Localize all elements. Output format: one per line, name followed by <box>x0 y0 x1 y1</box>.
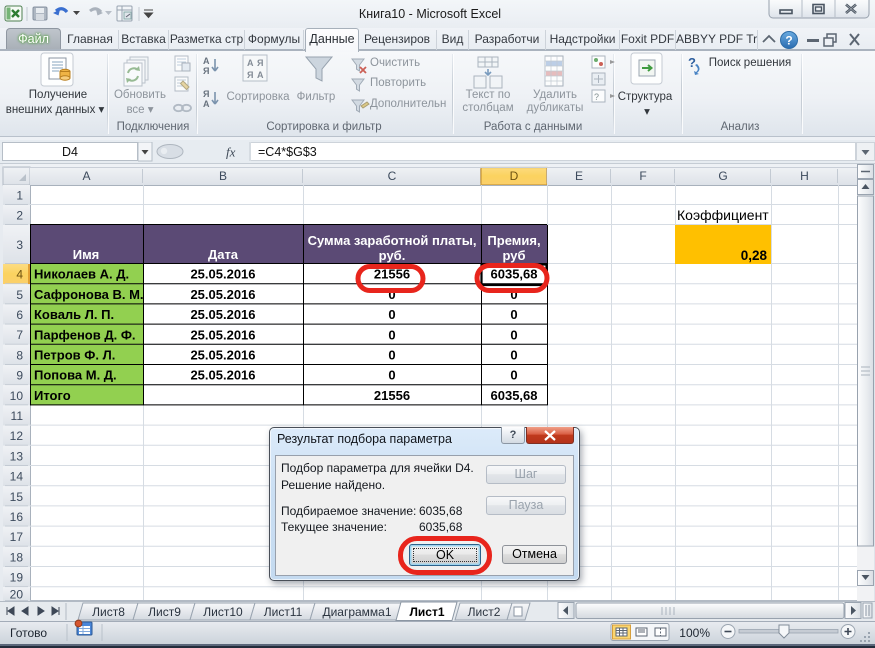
svg-text:Попова М. Д.: Попова М. Д. <box>34 368 117 383</box>
svg-text:Лист10: Лист10 <box>203 605 243 619</box>
svg-text:Николаев А. Д.: Николаев А. Д. <box>34 267 129 282</box>
svg-text:25.05.2016: 25.05.2016 <box>190 307 255 322</box>
svg-text:12: 12 <box>10 429 24 443</box>
svg-text:0,28: 0,28 <box>741 248 768 263</box>
svg-text:16: 16 <box>10 510 24 524</box>
svg-text:6035,68: 6035,68 <box>491 267 538 282</box>
svg-text:5: 5 <box>16 288 23 302</box>
svg-text:Коваль Л. П.: Коваль Л. П. <box>34 307 114 322</box>
svg-text:Итого: Итого <box>34 388 71 403</box>
svg-text:Петров Ф. Л.: Петров Ф. Л. <box>34 348 115 363</box>
svg-text:0: 0 <box>510 368 517 383</box>
svg-text:0: 0 <box>388 307 395 322</box>
svg-text:Лист11: Лист11 <box>264 605 303 619</box>
svg-text:18: 18 <box>10 550 24 564</box>
svg-text:Готово: Готово <box>10 626 47 640</box>
svg-text:10: 10 <box>10 389 24 403</box>
svg-text:100%: 100% <box>679 626 710 640</box>
svg-text:Лист2: Лист2 <box>468 605 501 619</box>
svg-text:C: C <box>388 169 397 183</box>
svg-text:3: 3 <box>16 238 23 252</box>
svg-text:Лист8: Лист8 <box>92 605 125 619</box>
svg-text:F: F <box>639 169 646 183</box>
svg-text:Коэффициент: Коэффициент <box>677 207 769 223</box>
svg-text:E: E <box>575 169 583 183</box>
svg-text:14: 14 <box>10 470 24 484</box>
svg-text:13: 13 <box>10 449 24 463</box>
svg-text:руб: руб <box>502 248 525 263</box>
svg-text:25.05.2016: 25.05.2016 <box>190 287 255 302</box>
svg-text:H: H <box>800 169 809 183</box>
svg-text:Диаграмма1: Диаграмма1 <box>322 605 391 619</box>
svg-text:Дата: Дата <box>208 247 239 262</box>
svg-text:B: B <box>219 169 227 183</box>
svg-text:25.05.2016: 25.05.2016 <box>190 267 255 282</box>
svg-text:Парфенов Д. Ф.: Парфенов Д. Ф. <box>34 327 136 342</box>
svg-text:25.05.2016: 25.05.2016 <box>190 348 255 363</box>
svg-text:0: 0 <box>510 327 517 342</box>
svg-text:0: 0 <box>388 348 395 363</box>
svg-text:17: 17 <box>10 530 24 544</box>
svg-text:Лист1: Лист1 <box>409 605 444 619</box>
svg-text:11: 11 <box>11 409 24 423</box>
svg-text:Премия,: Премия, <box>487 233 540 248</box>
svg-text:9: 9 <box>16 369 23 383</box>
svg-text:Сумма заработной платы,: Сумма заработной платы, <box>308 233 477 248</box>
svg-text:A: A <box>82 169 90 183</box>
svg-text:2: 2 <box>16 209 23 223</box>
svg-text:25.05.2016: 25.05.2016 <box>190 327 255 342</box>
svg-text:Лист9: Лист9 <box>148 605 181 619</box>
svg-text:G: G <box>718 169 727 183</box>
svg-text:15: 15 <box>10 490 24 504</box>
svg-text:Имя: Имя <box>73 247 100 262</box>
svg-text:19: 19 <box>10 571 24 585</box>
svg-text:0: 0 <box>510 307 517 322</box>
svg-text:руб.: руб. <box>379 248 406 263</box>
svg-text:20: 20 <box>10 588 24 602</box>
svg-text:6035,68: 6035,68 <box>491 388 538 403</box>
svg-text:0: 0 <box>388 368 395 383</box>
svg-text:0: 0 <box>388 327 395 342</box>
svg-text:21556: 21556 <box>374 388 410 403</box>
svg-text:D: D <box>510 169 519 183</box>
svg-text:25.05.2016: 25.05.2016 <box>190 368 255 383</box>
svg-text:4: 4 <box>16 268 23 282</box>
svg-text:Сафронова В. М.: Сафронова В. М. <box>34 287 144 302</box>
svg-text:1: 1 <box>16 189 23 203</box>
svg-text:0: 0 <box>510 348 517 363</box>
svg-text:6: 6 <box>16 308 23 322</box>
svg-text:8: 8 <box>16 348 23 362</box>
svg-text:7: 7 <box>16 328 23 342</box>
